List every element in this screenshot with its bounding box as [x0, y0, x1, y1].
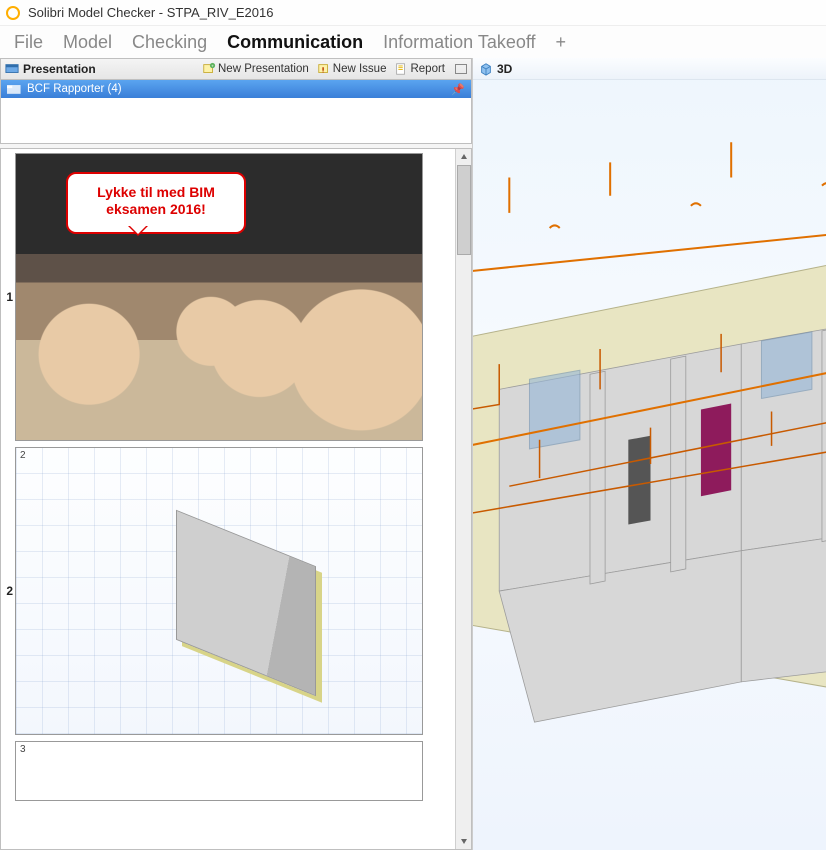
- slide-thumbnail-3[interactable]: 3: [15, 741, 423, 801]
- speech-bubble: Lykke til med BIM eksamen 2016!: [66, 172, 246, 234]
- pin-icon[interactable]: 📌: [451, 83, 465, 96]
- cube-icon: [479, 62, 493, 76]
- slide-thumbnail-2[interactable]: 2: [15, 447, 423, 735]
- menu-information-takeoff[interactable]: Information Takeoff: [373, 28, 545, 57]
- presentation-list-item-label: BCF Rapporter (4): [27, 83, 451, 95]
- 3d-viewport[interactable]: [473, 80, 826, 850]
- scroll-thumb[interactable]: [457, 165, 471, 255]
- scroll-up-button[interactable]: [457, 149, 471, 165]
- left-pane: Presentation + New Presentation New Issu…: [0, 58, 473, 850]
- speech-text-line1: Lykke til med BIM: [80, 184, 232, 201]
- new-presentation-button[interactable]: + New Presentation: [198, 62, 313, 76]
- slide-row: 1 Lykke til med BIM eksamen 2016!: [3, 153, 451, 441]
- app-logo-icon: [6, 6, 20, 20]
- menu-add-tab[interactable]: +: [546, 28, 577, 57]
- presentation-icon: [5, 62, 19, 76]
- slides-scrollbar[interactable]: [455, 149, 471, 849]
- report-label: Report: [410, 63, 445, 75]
- menu-communication[interactable]: Communication: [217, 28, 373, 57]
- presentation-panel-title: Presentation: [23, 62, 96, 76]
- menubar: File Model Checking Communication Inform…: [0, 26, 826, 58]
- 3d-model-svg: [473, 80, 826, 850]
- titlebar: Solibri Model Checker - STPA_RIV_E2016: [0, 0, 826, 26]
- slide-thumbnail-1[interactable]: Lykke til med BIM eksamen 2016!: [15, 153, 423, 441]
- scroll-down-button[interactable]: [457, 833, 471, 849]
- svg-text:+: +: [211, 63, 214, 68]
- menu-file[interactable]: File: [4, 28, 53, 57]
- new-issue-button[interactable]: New Issue: [313, 62, 391, 76]
- slide-row: 2 2: [3, 447, 451, 735]
- presentation-list-item[interactable]: BCF Rapporter (4) 📌: [1, 80, 471, 98]
- menu-checking[interactable]: Checking: [122, 28, 217, 57]
- report-button[interactable]: Report: [390, 62, 449, 76]
- menu-model[interactable]: Model: [53, 28, 122, 57]
- right-pane: 3D: [473, 58, 826, 850]
- 3d-panel-header: 3D: [473, 58, 826, 80]
- panel-maximize-button[interactable]: [455, 64, 467, 74]
- slide-corner-number: 2: [20, 450, 26, 461]
- slide-corner-number: 3: [20, 744, 26, 755]
- new-issue-label: New Issue: [333, 63, 387, 75]
- scroll-track[interactable]: [456, 165, 471, 833]
- slide-number: 2: [3, 584, 15, 598]
- slide-row: 3: [3, 741, 451, 801]
- new-presentation-label: New Presentation: [218, 63, 309, 75]
- speech-text-line2: eksamen 2016!: [80, 201, 232, 218]
- slides-panel: 1 Lykke til med BIM eksamen 2016! 2 2: [0, 148, 472, 850]
- presentation-panel-header: Presentation + New Presentation New Issu…: [0, 58, 472, 80]
- 3d-panel-title: 3D: [497, 62, 512, 76]
- slide-number: 1: [3, 290, 15, 304]
- bcf-folder-icon: [7, 83, 21, 95]
- presentation-list: BCF Rapporter (4) 📌: [0, 80, 472, 144]
- window-title: Solibri Model Checker - STPA_RIV_E2016: [28, 5, 273, 20]
- slides-list: 1 Lykke til med BIM eksamen 2016! 2 2: [1, 149, 455, 849]
